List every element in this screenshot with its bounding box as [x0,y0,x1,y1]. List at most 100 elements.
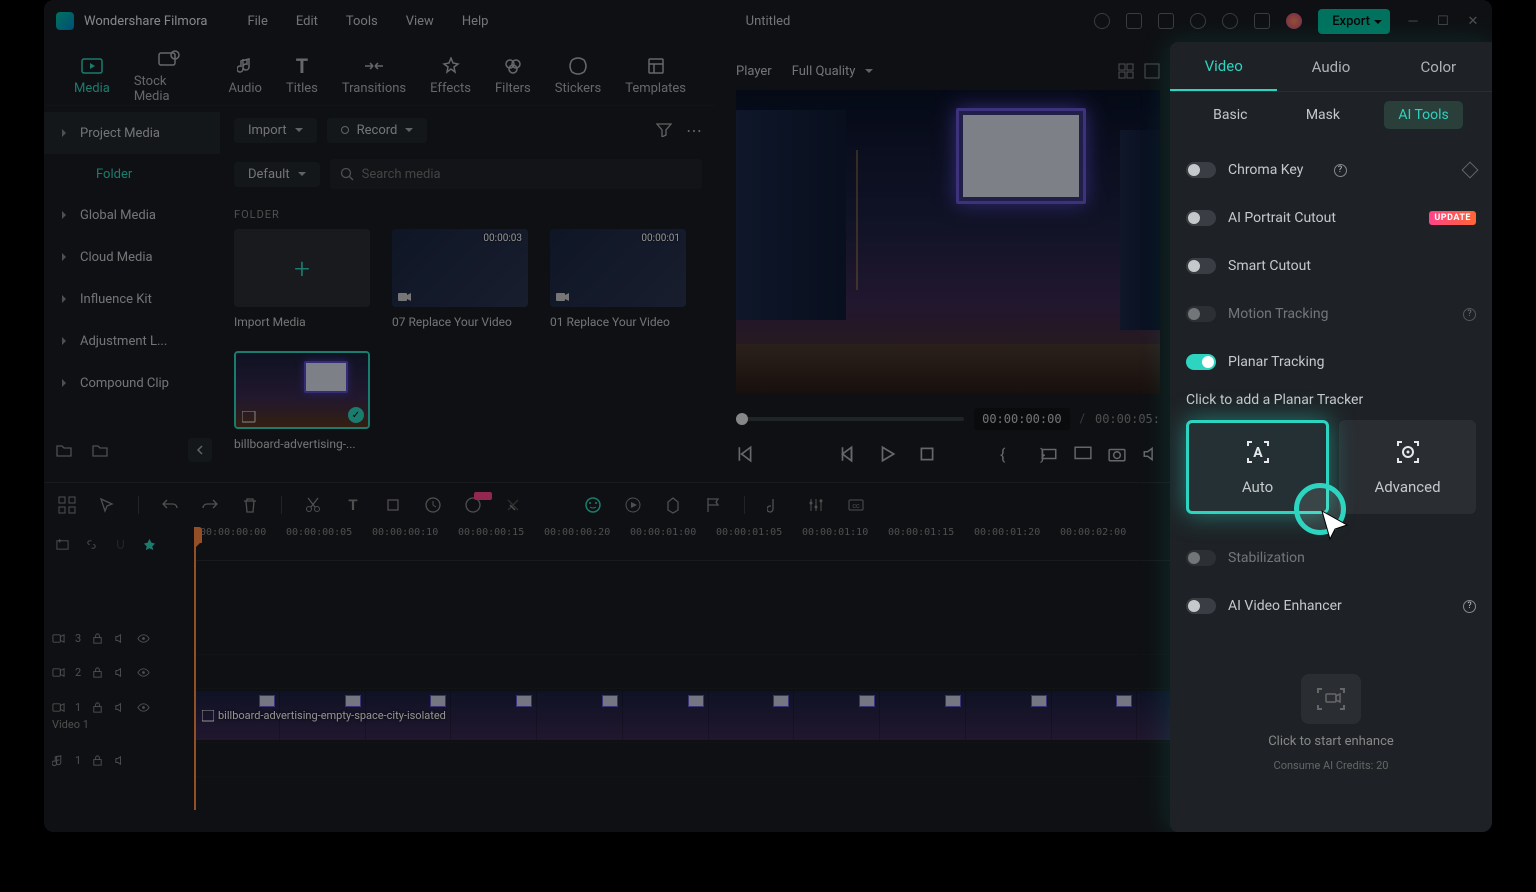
step-back-button[interactable] [838,445,856,463]
track-3-header[interactable]: 3 [44,621,194,655]
more-icon[interactable]: ⋯ [686,121,702,140]
tl-text-icon[interactable]: T [344,496,362,514]
info-icon[interactable]: ? [1334,164,1347,177]
tl-magnet-icon[interactable] [114,538,127,551]
lock-icon[interactable] [91,666,104,679]
thumb-clip-07[interactable]: 00:00:0307 Replace Your Video [392,229,528,329]
sidebar-compound-clip[interactable]: Compound Clip [44,362,220,404]
tab-titles[interactable]: TTitles [286,57,318,96]
tl-undo-icon[interactable] [161,496,179,514]
title-icon-1[interactable] [1094,13,1110,29]
fullscreen-icon[interactable] [1144,63,1160,79]
title-icon-3[interactable] [1158,13,1174,29]
search-field[interactable] [330,159,702,189]
tl-speed-icon[interactable] [424,496,442,514]
tl-delete-icon[interactable] [241,496,259,514]
tl-play-icon[interactable] [624,496,642,514]
lock-icon[interactable] [91,632,104,645]
sidebar-influence-kit[interactable]: Influence Kit [44,278,220,320]
inspector-subtab-basic[interactable]: Basic [1199,101,1261,129]
mute-icon[interactable] [114,666,127,679]
mark-in-button[interactable]: { [1000,445,1018,463]
toggle-ai-portrait[interactable] [1186,210,1216,226]
track-2-header[interactable]: 2 [44,655,194,689]
tl-crop-icon[interactable] [384,496,402,514]
menu-file[interactable]: File [247,14,267,29]
screen-icon[interactable] [1074,445,1092,463]
tab-stock-media[interactable]: Stock Media [134,50,205,104]
tl-cc-icon[interactable]: cc [847,496,865,514]
sidebar-cloud-media[interactable]: Cloud Media [44,236,220,278]
tl-add-track-icon[interactable] [56,538,69,551]
tl-grid-icon[interactable] [58,496,76,514]
tab-filters[interactable]: Filters [495,57,531,96]
headphones-icon[interactable] [1222,13,1238,29]
thumb-import[interactable]: +Import Media [234,229,370,329]
tab-stickers[interactable]: Stickers [555,57,601,96]
record-dropdown[interactable]: Record [327,118,428,143]
video-preview[interactable] [736,90,1160,394]
maximize-icon[interactable]: ☐ [1436,14,1450,28]
menu-help[interactable]: Help [462,14,489,29]
inspector-tab-video[interactable]: Video [1170,42,1277,91]
menu-edit[interactable]: Edit [296,14,318,29]
toggle-smart-cutout[interactable] [1186,258,1216,274]
snapshot-icon[interactable] [1108,445,1126,463]
tab-transitions[interactable]: Transitions [342,57,406,96]
ratio-icon[interactable] [1040,445,1058,463]
filter-icon[interactable] [656,123,672,137]
tl-color-icon[interactable] [464,496,482,514]
tl-marker-icon[interactable] [664,496,682,514]
tl-flag-icon[interactable] [704,496,722,514]
tl-cut-icon[interactable] [304,496,322,514]
menu-view[interactable]: View [406,14,434,29]
player-mode-dropdown[interactable]: Player [736,64,772,79]
tracker-auto-button[interactable]: A Auto [1186,420,1329,514]
inspector-subtab-ai-tools[interactable]: AI Tools [1384,101,1462,129]
track-1-header[interactable]: 1 Video 1 [44,689,194,743]
sidebar-adjustment-layer[interactable]: Adjustment L... [44,320,220,362]
tl-audio-icon[interactable] [767,496,785,514]
inspector-tab-color[interactable]: Color [1385,42,1492,91]
lock-icon[interactable] [91,701,104,714]
stop-button[interactable] [918,445,936,463]
eye-icon[interactable] [137,701,150,714]
new-folder-icon[interactable] [56,443,72,457]
tl-ai-icon[interactable] [584,496,602,514]
close-icon[interactable]: ✕ [1466,14,1480,28]
mute-icon[interactable] [114,701,127,714]
menu-tools[interactable]: Tools [346,14,378,29]
toggle-chroma-key[interactable] [1186,162,1216,178]
sidebar-folder[interactable]: Folder [44,154,220,194]
lock-icon[interactable] [91,754,104,767]
prev-frame-button[interactable] [736,445,754,463]
tl-redo-icon[interactable] [201,496,219,514]
minimize-icon[interactable]: ─ [1406,14,1420,28]
tl-link-icon[interactable] [85,538,98,551]
folder-icon[interactable] [92,443,108,457]
playhead[interactable] [194,527,196,810]
mute-icon[interactable] [114,632,127,645]
audio-track-1-header[interactable]: 1 [44,743,194,777]
sidebar-global-media[interactable]: Global Media [44,194,220,236]
mute-icon[interactable] [114,754,127,767]
tab-templates[interactable]: Templates [625,57,686,96]
tab-audio[interactable]: Audio [228,57,261,96]
tl-more-icon[interactable] [504,496,522,514]
export-button[interactable]: Export [1318,9,1390,34]
eye-icon[interactable] [137,666,150,679]
apps-icon[interactable] [1254,13,1270,29]
tl-select-icon[interactable] [98,496,116,514]
player-quality-dropdown[interactable]: Full Quality [792,64,874,79]
sidebar-project-media[interactable]: Project Media [44,112,220,154]
title-icon-2[interactable] [1126,13,1142,29]
tl-mixer-icon[interactable] [807,496,825,514]
scrub-bar[interactable] [736,417,964,421]
inspector-subtab-mask[interactable]: Mask [1292,101,1354,129]
inspector-tab-audio[interactable]: Audio [1277,42,1384,91]
enhance-cta[interactable]: Click to start enhance Consume AI Credit… [1186,654,1476,792]
tab-media[interactable]: Media [74,57,110,96]
thumb-billboard[interactable]: ✓billboard-advertising-... [234,351,370,451]
thumb-clip-01[interactable]: 00:00:0101 Replace Your Video [550,229,686,329]
cloud-icon[interactable] [1190,13,1206,29]
